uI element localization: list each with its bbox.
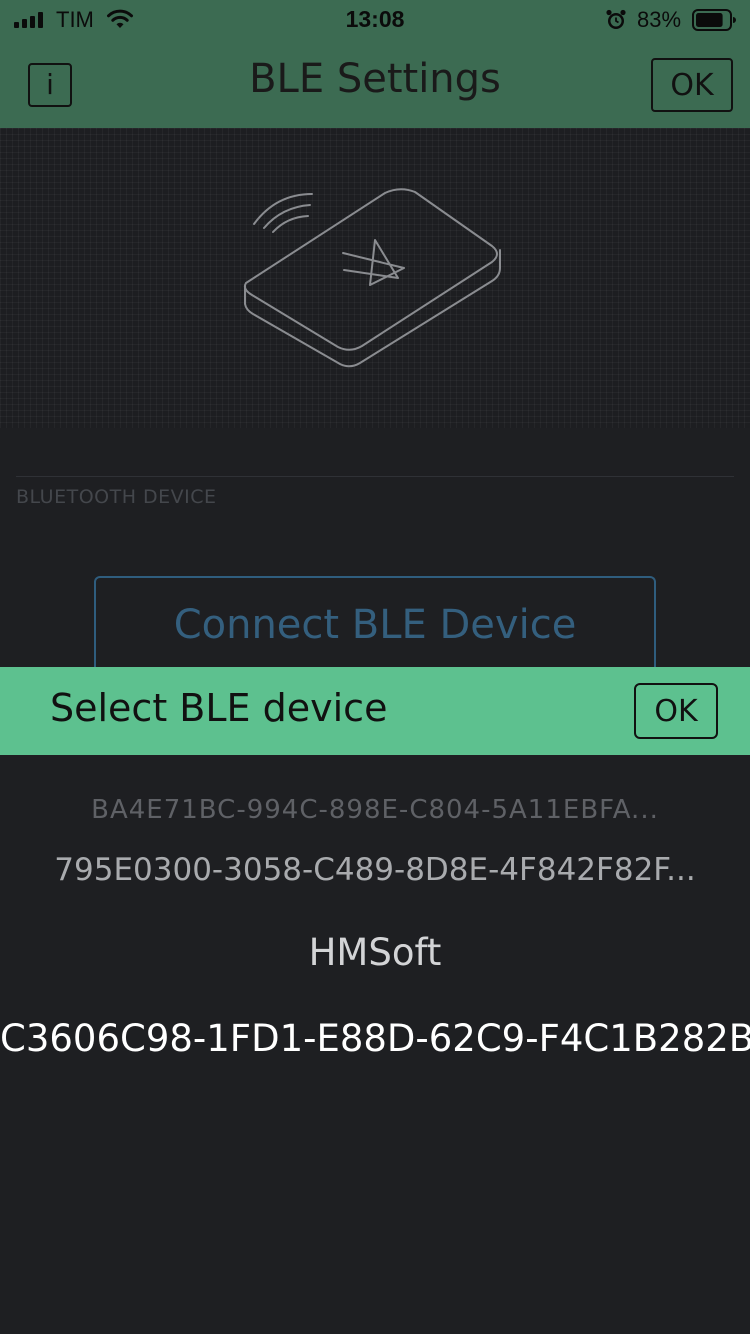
device-list-item[interactable]: 795E0300-3058-C489-8D8E-4F842F82F... <box>0 852 750 888</box>
connect-ble-device-button[interactable]: Connect BLE Device <box>94 576 656 676</box>
section-label-bluetooth-device: BLUETOOTH DEVICE <box>16 486 217 508</box>
battery-percent: 83% <box>637 7 682 32</box>
sheet-ok-button[interactable]: OK <box>634 683 718 739</box>
status-bar: TIM 13:08 83% <box>0 0 750 40</box>
battery-icon <box>692 9 736 31</box>
app-header: i BLE Settings OK <box>0 40 750 128</box>
device-list-item-selected[interactable]: C3606C98-1FD1-E88D-62C9-F4C1B282B... <box>0 1017 750 1060</box>
alarm-clock-icon <box>606 9 626 29</box>
sheet-title: Select BLE device <box>50 686 388 730</box>
device-list-item[interactable]: BA4E71BC-994C-898E-C804-5A11EBFA... <box>0 795 750 825</box>
device-list-item[interactable]: HMSoft <box>0 931 750 974</box>
page-title: BLE Settings <box>249 56 501 102</box>
header-ok-button[interactable]: OK <box>651 58 733 112</box>
select-ble-device-sheet: Select BLE device OK BA4E71BC-994C-898E-… <box>0 667 750 1334</box>
ble-illustration <box>0 128 750 428</box>
divider <box>16 476 734 477</box>
ble-device-icon <box>243 188 501 368</box>
sheet-header: Select BLE device OK <box>0 667 750 755</box>
